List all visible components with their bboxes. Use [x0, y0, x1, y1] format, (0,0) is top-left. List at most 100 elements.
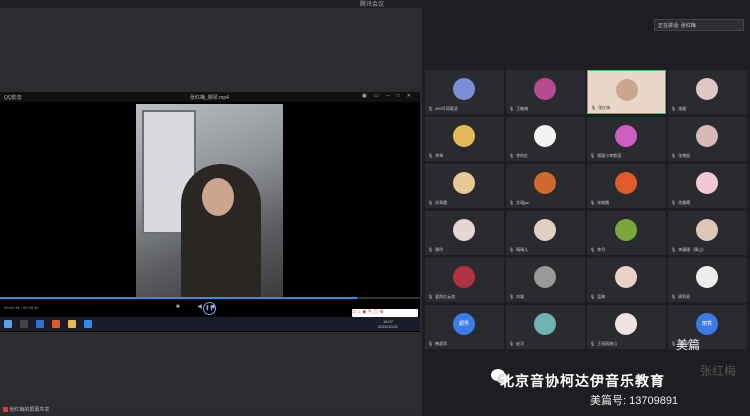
avatar: 超男 [453, 313, 475, 335]
participant-tile[interactable]: 周利丽 [668, 258, 747, 302]
participant-name: 张艳丽 [671, 153, 690, 159]
avatar [453, 78, 475, 100]
tray-toolbar[interactable]: ⊃ ⌂ ◉ ✎ ▢ ⚙ [352, 309, 418, 317]
participant-tile[interactable]: 相颖小李颜语 [587, 117, 666, 161]
participant-tile[interactable]: 赵洋 [506, 305, 585, 349]
participant-name: 李的红 [509, 153, 528, 159]
avatar [534, 78, 556, 100]
watermark: 张红梅 [700, 364, 737, 378]
avatar: 丽秀 [696, 313, 718, 335]
search-icon[interactable] [20, 320, 28, 328]
participant-name: 相颖小李颜语 [590, 153, 621, 159]
avatar [453, 219, 475, 241]
pause-button[interactable]: ❚❚ [203, 302, 216, 315]
file-title: 张红梅_钢琴.mp4 [190, 95, 229, 101]
participant-tile[interactable]: 爱的红云浪 [425, 258, 504, 302]
avatar [615, 313, 637, 335]
participant-tile[interactable]: 张艳丽 [668, 117, 747, 161]
app-icon[interactable] [52, 320, 60, 328]
share-icon [3, 407, 8, 413]
participant-name: 刘颖 [509, 294, 524, 300]
participant-tile[interactable]: 王丽丽旗山 [587, 305, 666, 349]
time-readout: 00:02:36 / 00:08:36 [4, 305, 39, 310]
app-icon[interactable] [36, 320, 44, 328]
participant-tile[interactable]: 雅玲 [425, 211, 504, 255]
participant-tile[interactable]: 超男韩超男 [425, 305, 504, 349]
avatar [616, 79, 638, 101]
avatar [696, 219, 718, 241]
avatar [453, 125, 475, 147]
avatar [615, 219, 637, 241]
folder-icon[interactable] [68, 320, 76, 328]
participant-tile[interactable]: 499号荷载凌 [425, 70, 504, 114]
avatar [615, 125, 637, 147]
participant-tile[interactable]: 晴晴儿 [506, 211, 585, 255]
avatar [696, 266, 718, 288]
participant-name: 李珊珊（黄山） [671, 247, 706, 253]
participant-name: 韩超男 [428, 341, 447, 347]
avatar [615, 266, 637, 288]
progress-fill [0, 297, 357, 299]
person-face [202, 178, 234, 216]
avatar [615, 172, 637, 194]
participant-tile[interactable]: 孙翠霞 [425, 164, 504, 208]
participant-name: 赵洋 [509, 341, 524, 347]
participant-tile[interactable]: 文珺jan [506, 164, 585, 208]
participant-name: 宋晓晨 [590, 200, 609, 206]
participant-tile[interactable]: 刘颖 [506, 258, 585, 302]
participant-name: 蓝梅 [590, 294, 605, 300]
participant-tile[interactable]: 蓝梅 [587, 258, 666, 302]
avatar [534, 219, 556, 241]
window-title-bar: 腾讯会议 [0, 0, 750, 8]
meipian-logo: 美篇 [676, 338, 701, 352]
participant-tile[interactable]: 王敏楠 [506, 70, 585, 114]
avatar [534, 125, 556, 147]
avatar [453, 266, 475, 288]
clock: 16:07 2022/10/21 [378, 319, 399, 329]
participant-name: 文珺jan [509, 200, 529, 206]
participant-tile[interactable]: 宋晓晨 [587, 164, 666, 208]
brand-text: 北京音协柯达伊音乐教育 [500, 373, 665, 389]
participant-tile[interactable]: 李的红 [506, 117, 585, 161]
avatar [534, 313, 556, 335]
speaking-indicator: 正在讲话: 张红梅 [654, 19, 744, 31]
participant-name: 张媛 [671, 106, 686, 112]
participant-name: 徐晨曦 [671, 200, 690, 206]
participant-name: 爱的红云浪 [428, 294, 455, 300]
avatar [534, 266, 556, 288]
participant-name: 张红梅 [591, 105, 610, 111]
player-title-bar: QQ影音 张红梅_钢琴.mp4 ▣ ▭ – □ ✕ [0, 92, 420, 102]
avatar [696, 125, 718, 147]
video-frame [136, 104, 283, 298]
participant-name: 王丽丽旗山 [590, 341, 617, 347]
participant-tile[interactable]: 张媛 [668, 70, 747, 114]
avatar [696, 172, 718, 194]
screen-share-indicator[interactable]: 张红梅的屏幕共享 [0, 406, 120, 416]
participant-name: 孙翠霞 [428, 200, 447, 206]
participant-name: 李琴 [428, 153, 443, 159]
participant-name: 王敏楠 [509, 106, 528, 112]
window-title: 腾讯会议 [360, 2, 385, 8]
participant-tile[interactable]: 徐晨曦 [668, 164, 747, 208]
avatar [534, 172, 556, 194]
participant-name: 李丹 [590, 247, 605, 253]
player-menu[interactable]: QQ影音 [4, 94, 22, 101]
start-icon[interactable] [4, 320, 12, 328]
participant-tile[interactable]: 李丹 [587, 211, 666, 255]
participant-name: 499号荷载凌 [428, 106, 458, 112]
avatar [696, 78, 718, 100]
player-icon[interactable] [84, 320, 92, 328]
window-controls[interactable]: ▣ ▭ – □ ✕ [362, 93, 414, 99]
participant-tile[interactable]: 李珊珊（黄山） [668, 211, 747, 255]
avatar [453, 172, 475, 194]
video-player: QQ影音 张红梅_钢琴.mp4 ▣ ▭ – □ ✕ 00:02:36 / 00:… [0, 92, 420, 332]
meipian-id: 美篇号: 13709891 [590, 395, 679, 407]
participant-name: 周利丽 [671, 294, 690, 300]
participant-name: 晴晴儿 [509, 247, 528, 253]
taskbar: 16:07 2022/10/21 [0, 317, 420, 331]
participant-tile[interactable]: 张红梅 [587, 70, 666, 114]
participant-tile[interactable]: 李琴 [425, 117, 504, 161]
progress-bar[interactable] [0, 297, 420, 299]
participant-name: 雅玲 [428, 247, 443, 253]
participant-panel: 正在讲话: 张红梅 499号荷载凌王敏楠张红梅张媛李琴李的红相颖小李颜语张艳丽孙… [422, 8, 750, 416]
